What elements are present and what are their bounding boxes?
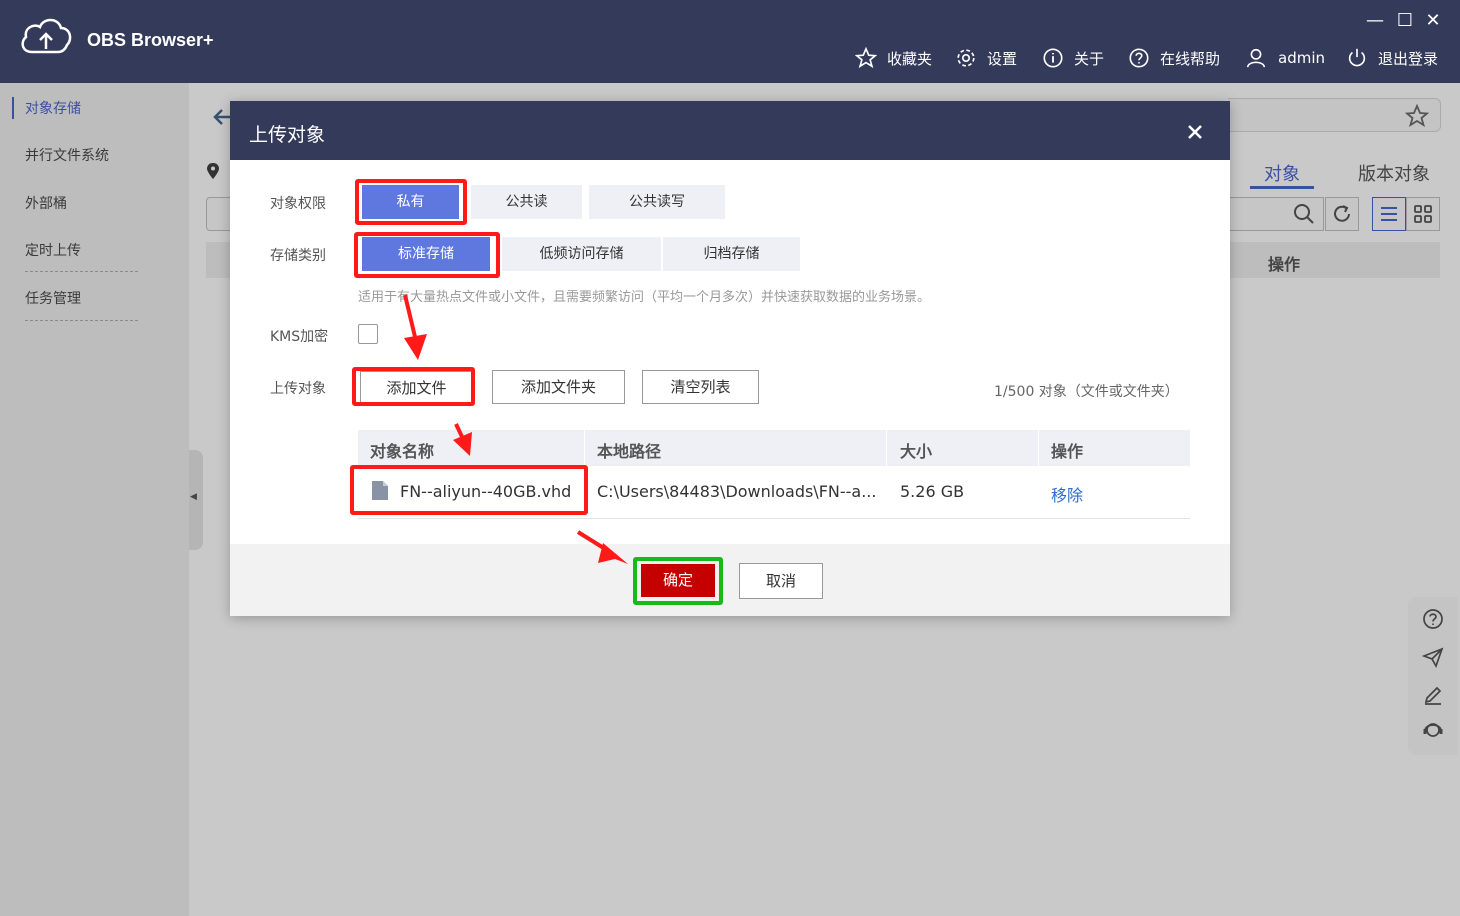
floating-toolbar <box>1408 597 1458 755</box>
list-icon <box>1381 207 1397 221</box>
logout-button[interactable]: 退出登录 <box>1346 44 1438 72</box>
collapse-arrow-icon: ◀ <box>190 492 197 502</box>
file-table-header: 对象名称 本地路径 大小 操作 <box>358 430 1190 466</box>
sidebar-collapse-handle[interactable]: ◀ <box>189 450 203 550</box>
dialog-title: 上传对象 <box>249 124 326 146</box>
support-icon[interactable] <box>1422 719 1444 741</box>
title-bar: OBS Browser+ — ☐ ✕ 收藏夹 设置 关于 在线帮助 admin … <box>0 0 1460 83</box>
help-icon <box>1129 48 1149 68</box>
permission-label: 对象权限 <box>270 196 326 212</box>
help-label: 在线帮助 <box>1160 49 1221 68</box>
file-path: C:\Users\84483\Downloads\FN--a... <box>597 482 877 501</box>
column-divider <box>1038 430 1039 466</box>
star-icon <box>855 47 877 69</box>
storage-infrequent-option[interactable]: 低频访问存储 <box>502 237 661 271</box>
permission-public-read-write-option[interactable]: 公共读写 <box>589 185 725 219</box>
storage-class-label: 存储类别 <box>270 248 326 264</box>
user-button[interactable]: admin <box>1244 44 1325 72</box>
tab-version-objects[interactable]: 版本对象 <box>1358 160 1430 186</box>
info-icon <box>1043 48 1063 68</box>
highlight-box <box>355 179 467 225</box>
tab-objects[interactable]: 对象 <box>1264 160 1300 186</box>
user-label: admin <box>1278 49 1325 67</box>
permission-public-read-option[interactable]: 公共读 <box>471 185 582 219</box>
sidebar-item-external-bucket[interactable]: 外部桶 <box>25 193 67 213</box>
favorites-label: 收藏夹 <box>887 49 933 68</box>
close-icon[interactable] <box>1185 122 1205 142</box>
column-divider <box>886 430 887 466</box>
sidebar-divider <box>25 320 138 321</box>
maximize-icon[interactable]: ☐ <box>1394 10 1416 32</box>
minimize-icon[interactable]: — <box>1364 10 1386 32</box>
column-object-name: 对象名称 <box>370 442 435 461</box>
app-name: OBS Browser+ <box>87 30 214 50</box>
column-divider <box>584 430 585 466</box>
power-icon <box>1348 48 1366 67</box>
clear-list-button[interactable]: 清空列表 <box>642 370 759 404</box>
cloud-upload-icon <box>21 18 72 54</box>
column-size: 大小 <box>900 442 933 461</box>
column-operation: 操作 <box>1051 442 1084 461</box>
sidebar-item-object-storage[interactable]: 对象存储 <box>25 98 81 118</box>
sidebar-item-parallel-fs[interactable]: 并行文件系统 <box>25 145 109 165</box>
upload-button-bg <box>206 197 232 231</box>
file-size: 5.26 GB <box>900 482 965 501</box>
storage-archive-option[interactable]: 归档存储 <box>663 237 800 271</box>
location-pin-icon <box>207 163 219 179</box>
sidebar-divider <box>25 271 138 272</box>
about-button[interactable]: 关于 <box>1042 44 1104 72</box>
active-indicator <box>12 97 14 119</box>
object-count: 1/500 对象（文件或文件夹） <box>994 384 1179 400</box>
settings-label: 设置 <box>987 49 1018 68</box>
refresh-icon <box>1334 205 1350 222</box>
dialog-header: 上传对象 <box>230 101 1230 160</box>
send-icon[interactable] <box>1421 646 1444 669</box>
help-icon[interactable] <box>1422 608 1444 630</box>
gear-icon <box>957 49 975 67</box>
star-icon[interactable] <box>1405 104 1429 128</box>
settings-button[interactable]: 设置 <box>955 44 1017 72</box>
operation-column-header: 操作 <box>1268 255 1301 274</box>
upload-label: 上传对象 <box>270 381 326 397</box>
about-label: 关于 <box>1074 49 1105 68</box>
column-local-path: 本地路径 <box>597 442 662 461</box>
tab-active-underline <box>1250 186 1314 189</box>
grid-icon <box>1414 205 1432 223</box>
user-icon <box>1246 48 1266 68</box>
help-button[interactable]: 在线帮助 <box>1128 44 1220 72</box>
remove-link[interactable]: 移除 <box>1051 482 1083 506</box>
add-folder-button[interactable]: 添加文件夹 <box>492 370 625 404</box>
sidebar-item-scheduled-upload[interactable]: 定时上传 <box>25 240 81 260</box>
favorites-button[interactable]: 收藏夹 <box>855 44 932 72</box>
kms-label: KMS加密 <box>270 329 329 345</box>
logout-label: 退出登录 <box>1378 49 1439 68</box>
sidebar-item-task-management[interactable]: 任务管理 <box>25 288 81 308</box>
highlight-box <box>350 465 588 515</box>
dialog-footer <box>230 544 1230 616</box>
close-window-icon[interactable]: ✕ <box>1422 10 1444 32</box>
highlight-box <box>352 367 475 406</box>
highlight-box <box>354 232 500 278</box>
upload-dialog: 上传对象 对象权限 私有 公共读 公共读写 存储类别 标准存储 低频访问存储 归… <box>230 101 1230 616</box>
storage-class-hint: 适用于有大量热点文件或小文件，且需要频繁访问（平均一个月多次）并快速获取数据的业… <box>358 290 931 305</box>
search-icon[interactable] <box>1293 203 1315 225</box>
edit-icon[interactable] <box>1422 683 1444 705</box>
cancel-button[interactable]: 取消 <box>739 563 823 599</box>
confirm-button[interactable]: 确定 <box>641 564 715 597</box>
back-arrow-icon[interactable] <box>212 106 232 128</box>
kms-checkbox[interactable] <box>358 324 378 344</box>
